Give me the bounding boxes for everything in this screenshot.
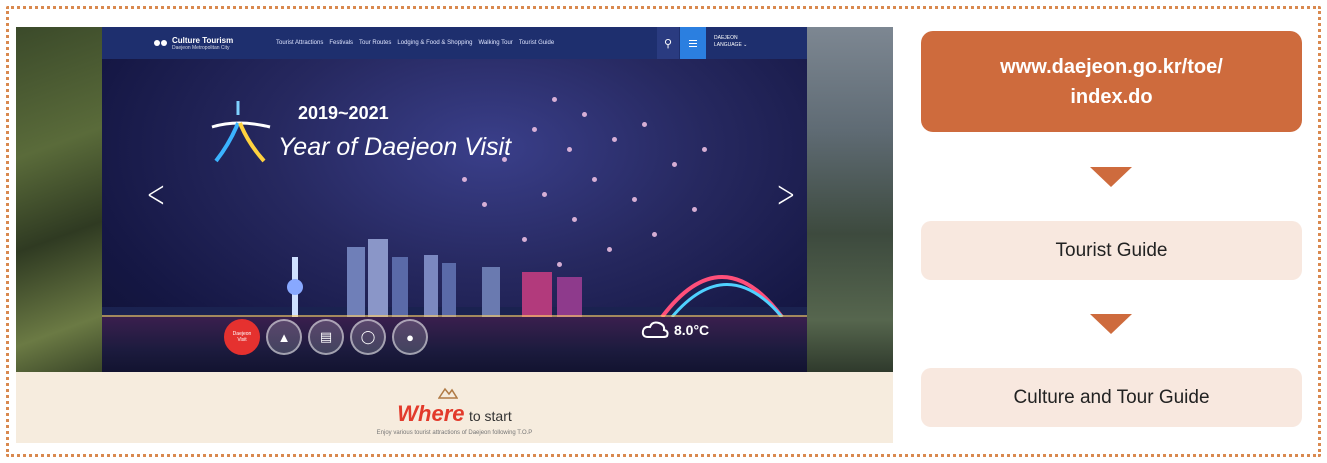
temperature: 8.0°C [674,322,710,338]
hamburger-menu-icon[interactable] [680,27,706,59]
nav-tourist-attractions[interactable]: Tourist Attractions [276,40,323,46]
food-icon[interactable]: ◯ [350,319,386,355]
site-logo[interactable]: Culture Tourism Daejeon Metropolitan Cit… [154,36,264,51]
side-photo-left [16,27,102,372]
hero-banner: Culture Tourism Daejeon Metropolitan Cit… [102,27,807,372]
where-big-text: Where [397,401,465,426]
logo-subtitle: Daejeon Metropolitan City [172,44,230,51]
cloud-icon [641,321,669,338]
science-icon[interactable]: ● [392,319,428,355]
logo-icon [154,37,168,49]
where-heading: Where to start [16,401,893,427]
step-tourist-guide: Tourist Guide [921,221,1302,280]
logo-title: Culture Tourism [172,35,234,45]
daejeon-visit-circle[interactable]: Daejeon Visit [224,319,260,355]
down-arrow-icon [1090,314,1132,334]
campaign-logo-icon [211,101,271,163]
top-navigation: Culture Tourism Daejeon Metropolitan Cit… [102,27,807,59]
nav-menu-items: Tourist Attractions Festivals Tour Route… [276,40,554,46]
weather-widget: 8.0°C [640,319,709,341]
nav-tour-routes[interactable]: Tour Routes [359,40,391,46]
search-icon[interactable]: ⚲ [657,27,679,59]
nav-tourist-guide[interactable]: Tourist Guide [519,40,554,46]
down-arrow-icon [1090,167,1132,187]
where-small-text: to start [468,408,512,424]
step-culture-tour-guide: Culture and Tour Guide [921,368,1302,427]
category-circles: Daejeon Visit ▲ ▤ ◯ ● [224,319,428,355]
nav-festivals[interactable]: Festivals [329,40,353,46]
url-box: www.daejeon.go.kr/toe/ index.do [921,31,1302,132]
where-subtitle: Enjoy various tourist attractions of Dae… [376,430,533,436]
language-bottom-label: LANGUAGE ⌄ [714,42,748,48]
mountain-icon [438,387,458,399]
culture-icon[interactable]: ▤ [308,319,344,355]
website-screenshot: Culture Tourism Daejeon Metropolitan Cit… [16,27,893,443]
nav-lodging-food-shopping[interactable]: Lodging & Food & Shopping [397,40,472,46]
language-selector[interactable]: DAEJEON LANGUAGE ⌄ [714,35,747,49]
side-photo-right [807,27,893,372]
chevron-left-icon[interactable]: < [146,172,165,216]
nature-icon[interactable]: ▲ [266,319,302,355]
campaign-years: 2019~2021 [298,103,389,123]
nav-walking-tour[interactable]: Walking Tour [478,40,512,46]
chevron-right-icon[interactable]: > [776,172,795,216]
language-top-label: DAEJEON [714,35,738,41]
